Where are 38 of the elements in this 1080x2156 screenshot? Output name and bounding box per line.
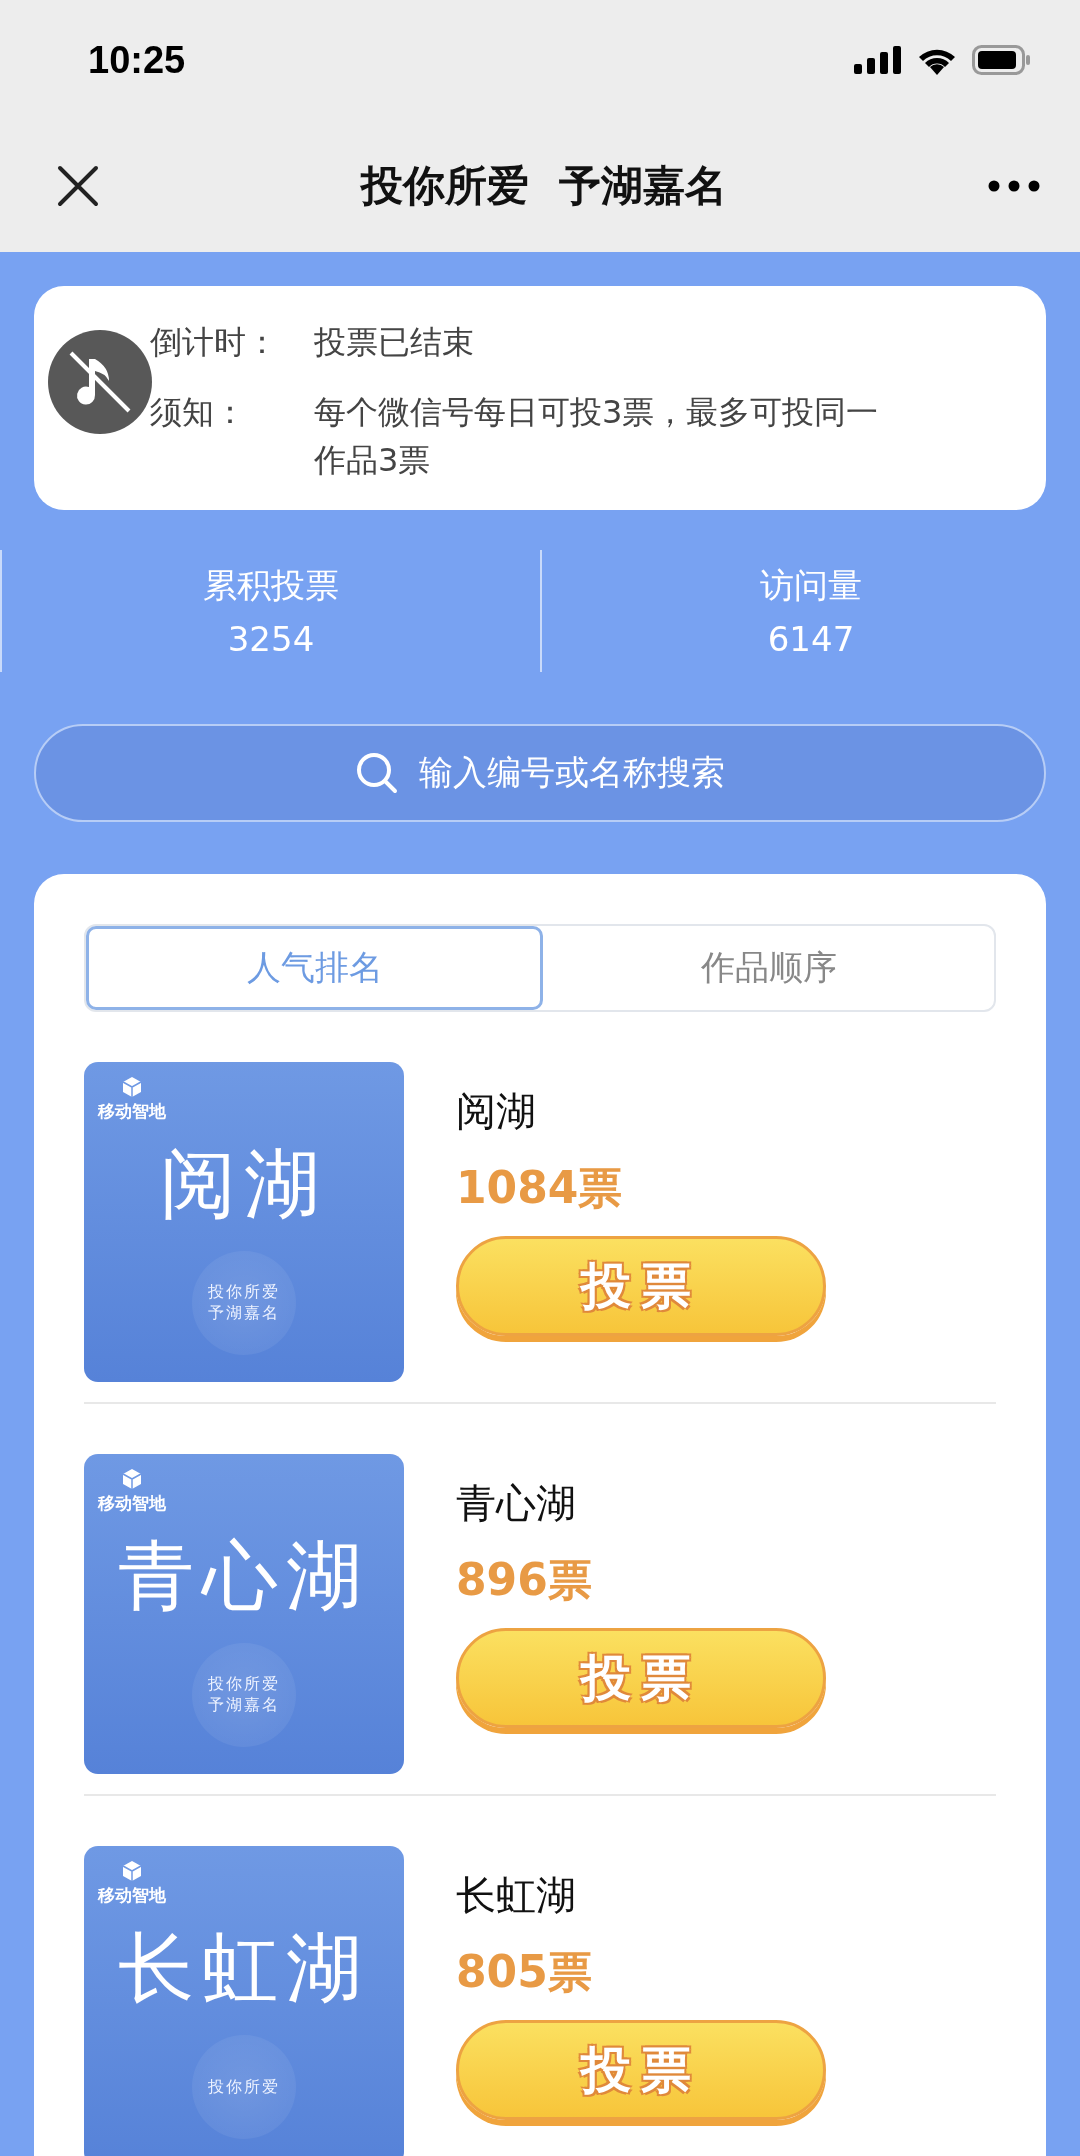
entry-name: 阅湖 (456, 1087, 537, 1136)
stat-value: 3254 (227, 619, 315, 659)
cover-tagline: 予湖嘉名 (208, 1303, 280, 1324)
info-value: 投票已结束 (314, 322, 475, 363)
tab[interactable]: 作品顺序 (543, 926, 994, 1010)
stat-value: 6147 (767, 619, 855, 659)
cube-icon (121, 1468, 143, 1490)
cover-title: 阅湖 (160, 1138, 328, 1230)
entry-name: 长虹湖 (456, 1871, 577, 1920)
cover-tagline: 予湖嘉名 (208, 1695, 280, 1716)
entry-name: 青心湖 (456, 1479, 577, 1528)
cover-logo-text: 移动智地 (98, 1884, 166, 1907)
vote-count: 1084票 (456, 1161, 624, 1215)
vote-count: 896票 (456, 1553, 593, 1607)
page-title: 投你所爱 予湖嘉名 (361, 160, 727, 212)
cube-icon (121, 1860, 143, 1882)
search-icon (355, 751, 399, 795)
cube-icon (121, 1076, 143, 1098)
info-value: 每个微信号每日可投3票，最多可投同一作品3票 (314, 392, 880, 481)
info-label: 须知： (150, 392, 247, 433)
status-time: 10:25 (88, 38, 186, 82)
cover-title: 长虹湖 (118, 1922, 370, 2014)
cover-logo-text: 移动智地 (98, 1100, 166, 1123)
cover-title: 青心湖 (118, 1530, 370, 1622)
signal-icon (854, 46, 902, 74)
stat-label: 累积投票 (203, 564, 339, 607)
search-field[interactable]: 输入编号或名称搜索 (34, 724, 1046, 822)
vote-count: 805票 (456, 1945, 593, 1999)
tab[interactable]: 人气排名 (86, 926, 543, 1010)
cover-tagline: 投你所爱 (208, 1282, 280, 1303)
stat-label: 访问量 (760, 564, 862, 607)
info-label: 倒计时： (150, 322, 279, 363)
close-icon[interactable] (56, 164, 100, 208)
cover-tagline: 投你所爱 (208, 1674, 280, 1695)
cover-logo-text: 移动智地 (98, 1492, 166, 1515)
battery-icon (972, 45, 1032, 75)
more-icon[interactable] (988, 180, 1040, 192)
cover-tagline: 投你所爱 (208, 2076, 280, 2098)
